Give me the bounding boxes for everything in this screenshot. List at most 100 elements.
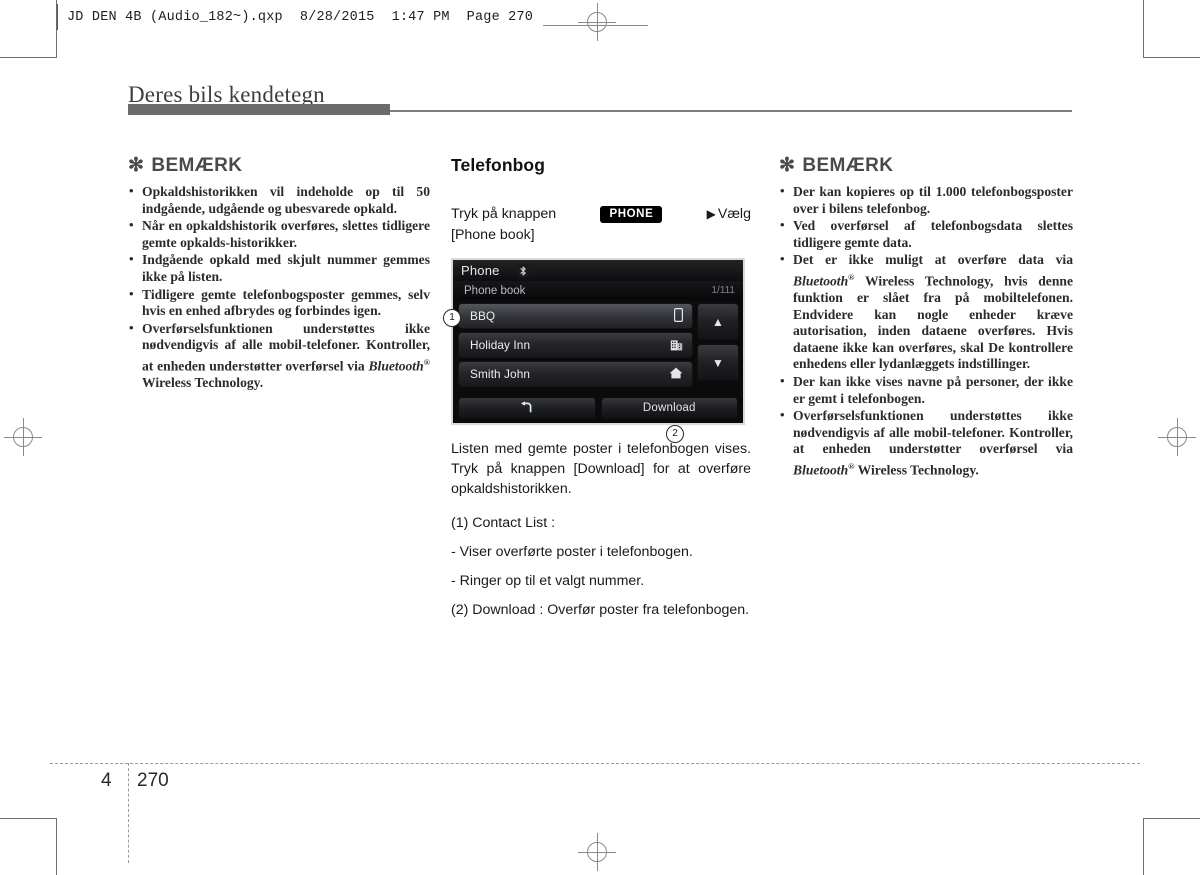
back-button[interactable] (458, 397, 596, 419)
note-text-after: Wireless Technology. (142, 375, 264, 391)
middle-column: Telefonbog Tryk på knappen PHONE ▶ Vælg [… (443, 155, 751, 620)
scroll-down-button[interactable]: ▼ (697, 344, 739, 381)
phone-hardkey-button[interactable]: PHONE (600, 205, 663, 224)
device-screenshot-figure: Phone Phone book 1/111 BBQ Holiday Inn S… (443, 258, 745, 443)
crop-mark-bottom-right-horizontal (1143, 818, 1200, 819)
scroll-controls: ▲ ▼ (697, 303, 739, 390)
print-job-header: JD DEN 4B (Audio_182~).qxp 8/28/2015 1:4… (57, 4, 533, 30)
download-button[interactable]: Download (600, 397, 738, 419)
legend-item-contact-list: (1) Contact List : (451, 515, 556, 531)
device-body: BBQ Holiday Inn Smith John ▲ ▼ (453, 300, 743, 390)
device-list-label: Phone book (464, 284, 526, 297)
contact-name: BBQ (470, 309, 496, 323)
registered-mark: ® (423, 356, 430, 367)
legend-detail-shows-entries: - Viser overførte poster i telefonbogen. (451, 544, 693, 560)
print-header-filename: JD DEN 4B (Audio_182~).qxp (67, 9, 283, 25)
back-arrow-icon (519, 401, 534, 415)
mobile-phone-icon (674, 308, 684, 324)
note-text-before: Overførselsfunktionen understøttes ikke … (793, 408, 1073, 457)
scroll-up-button[interactable]: ▲ (697, 303, 739, 340)
bluetooth-brand: Bluetooth (793, 462, 849, 478)
contact-name: Holiday Inn (470, 338, 531, 352)
print-header-time: 1:47 PM (391, 9, 450, 25)
note-heading-right: ✻ BEMÆRK (779, 155, 1073, 177)
contact-list-item[interactable]: Smith John (458, 361, 693, 387)
contact-list-item[interactable]: Holiday Inn (458, 332, 693, 358)
office-building-icon (670, 338, 683, 353)
crop-mark-top-right-horizontal (1143, 57, 1200, 58)
print-header-page-label: Page 270 (466, 9, 534, 25)
instruction-prefix: Tryk på knappen (451, 206, 557, 222)
legend-item-download: (2) Download : Overfør poster fra telefo… (451, 602, 750, 618)
callout-marker-2: 2 (666, 425, 684, 443)
home-icon (669, 367, 683, 381)
device-screen-title: Phone (461, 263, 500, 278)
note-list-right: Der kan kopieres op til 1.000 telefonbog… (779, 183, 1073, 479)
note-text-after: Wireless Technology. (854, 462, 979, 478)
crop-mark-bottom-left-horizontal (0, 818, 57, 819)
contact-list-item[interactable]: BBQ (458, 303, 693, 329)
legend-detail-dials-number: - Ringer op til et valgt nummer. (451, 573, 645, 589)
device-sub-bar: Phone book 1/111 (453, 281, 743, 300)
bluetooth-brand: Bluetooth (368, 358, 424, 374)
note-item: Indgående opkald med skjult nummer gemme… (128, 251, 430, 285)
crop-mark-top-left-horizontal (0, 57, 57, 58)
bluetooth-brand: Bluetooth (793, 273, 849, 289)
asterisk-icon: ✻ (779, 155, 796, 176)
note-text-before: Det er ikke muligt at overføre data via (793, 252, 1073, 268)
note-item: Når en opkaldshistorik overføres, slette… (128, 217, 430, 251)
chevron-up-icon: ▲ (712, 314, 724, 329)
device-footer: Download (458, 397, 738, 419)
instruction-target-path: [Phone book] (451, 227, 535, 243)
registration-ring (587, 842, 607, 862)
registration-ring (13, 427, 33, 447)
note-item: Der kan ikke vises navne på personer, de… (779, 373, 1073, 407)
title-accent-bar (128, 104, 390, 115)
instruction-block: Tryk på knappen PHONE ▶ Vælg [Phone book] (451, 204, 751, 246)
contact-name: Smith John (470, 367, 531, 381)
note-item-bluetooth-transfer: Det er ikke muligt at overføre data via … (779, 251, 1073, 373)
asterisk-icon: ✻ (128, 155, 145, 176)
contact-list: BBQ Holiday Inn Smith John (458, 303, 693, 390)
device-description-paragraph: Listen med gemte poster i telefonbogen v… (451, 441, 751, 497)
registration-mark-right (1158, 418, 1196, 456)
note-item-bluetooth: Overførselsfunktionen understøttes ikke … (128, 320, 430, 392)
note-heading-left: ✻ BEMÆRK (128, 155, 430, 177)
chevron-down-icon: ▼ (712, 355, 724, 370)
note-item: Der kan kopieres op til 1.000 telefonbog… (779, 183, 1073, 217)
note-item: Opkaldshistorikken vil indeholde op til … (128, 183, 430, 217)
note-item: Ved overførsel af telefonbogsdata slette… (779, 217, 1073, 251)
select-instruction: ▶ Vælg (707, 204, 751, 225)
crop-mark-top-right-vertical (1143, 0, 1144, 58)
note-list-left: Opkaldshistorikken vil indeholde op til … (128, 183, 430, 392)
footer-chapter-number: 4 (101, 770, 112, 791)
device-title-bar: Phone (453, 260, 743, 281)
right-column: ✻ BEMÆRK Der kan kopieres op til 1.000 t… (779, 155, 1073, 480)
footer-page-number: 270 (137, 770, 169, 791)
registration-mark-top (578, 3, 616, 41)
bluetooth-icon (517, 264, 529, 277)
note-heading-label: BEMÆRK (151, 155, 243, 176)
note-heading-label: BEMÆRK (802, 155, 894, 176)
crop-mark-bottom-right-vertical (1143, 818, 1144, 875)
registration-ring (587, 12, 607, 32)
registration-ring (1167, 427, 1187, 447)
note-item: Tidligere gemte telefonbogsposter gemmes… (128, 286, 430, 320)
select-label: Vælg (717, 206, 751, 222)
section-heading-telefonbog: Telefonbog (451, 155, 545, 175)
note-item-bluetooth-support: Overførselsfunktionen understøttes ikke … (779, 407, 1073, 479)
instruction-row: Tryk på knappen PHONE ▶ Vælg (451, 204, 751, 225)
footer-rule (50, 763, 1140, 764)
registration-mark-bottom (578, 833, 616, 871)
title-rule (390, 110, 1072, 112)
device-page-counter: 1/111 (711, 285, 735, 296)
print-header-date: 8/28/2015 (299, 9, 375, 25)
registration-mark-left (4, 418, 42, 456)
select-arrow-icon: ▶ (706, 207, 716, 221)
left-column: ✻ BEMÆRK Opkaldshistorikken vil indehold… (128, 155, 430, 393)
crop-mark-bottom-left-vertical (56, 818, 57, 875)
callout-marker-1: 1 (443, 309, 461, 327)
head-unit-screen: Phone Phone book 1/111 BBQ Holiday Inn S… (451, 258, 745, 425)
print-header-rule (543, 25, 648, 26)
footer-vertical-rule (128, 763, 129, 863)
